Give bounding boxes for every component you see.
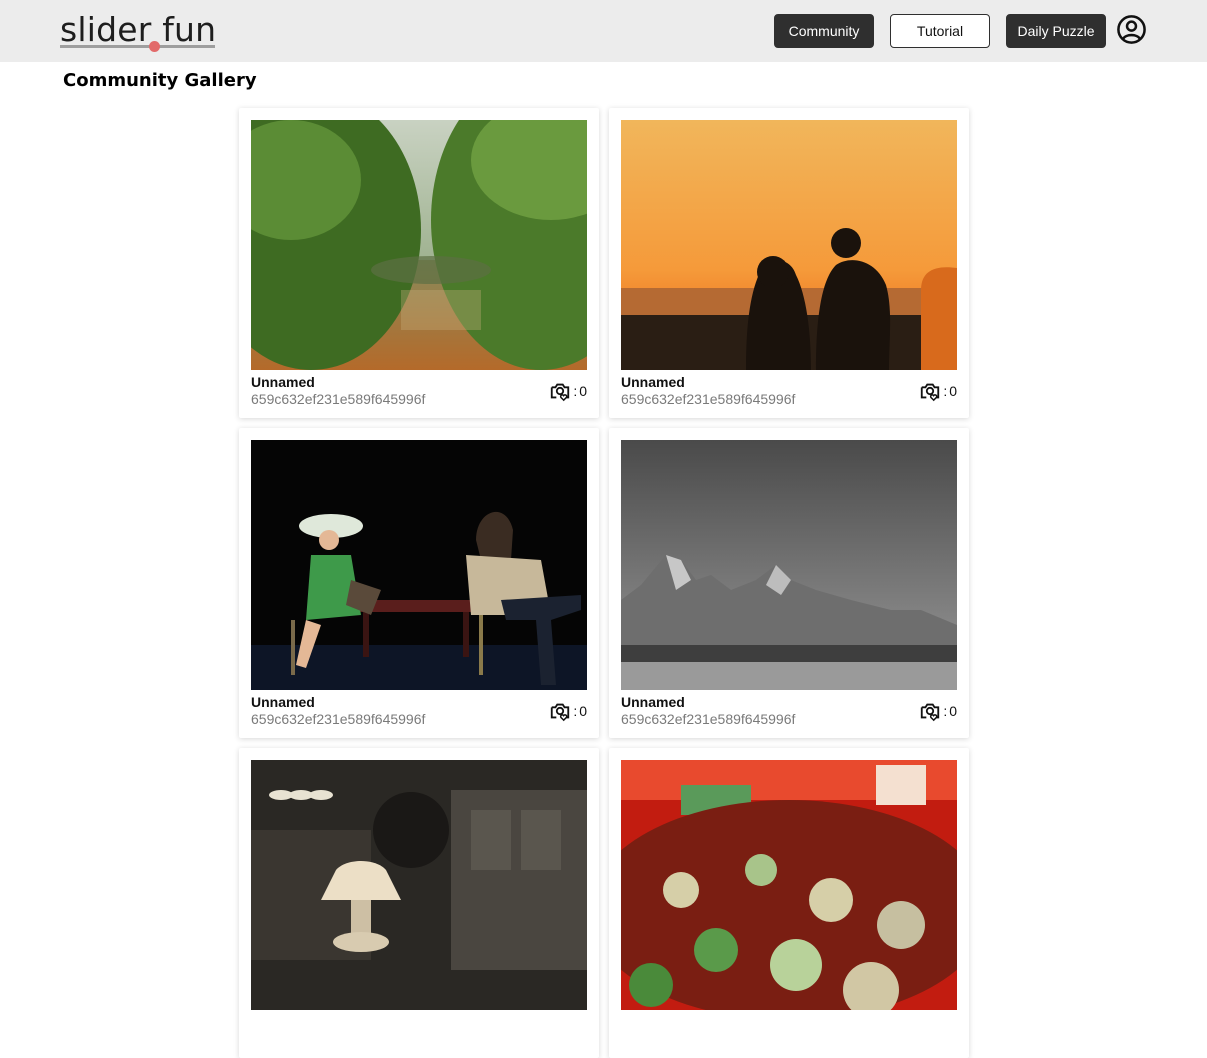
likes-counter[interactable]: : 0 [919,700,957,722]
crowd-party-red-image [621,760,957,1010]
likes-count: 0 [579,383,587,399]
gallery-thumbnail[interactable] [621,120,957,370]
stage-performers-image [251,440,587,690]
gallery-card[interactable]: Unnamed 659c632ef231e589f645996f : 0 [609,108,969,418]
likes-counter[interactable]: : 0 [919,380,957,402]
top-bar: slider fun Community Tutorial Daily Puzz… [0,0,1207,62]
card-id: 659c632ef231e589f645996f [621,711,796,727]
gallery-thumbnail[interactable] [621,440,957,690]
mountain-landscape-bw-image [621,440,957,690]
card-name: Unnamed [621,374,685,390]
gallery-thumbnail[interactable] [251,440,587,690]
vintage-room-lamp-image [251,760,587,1010]
gallery-card[interactable] [609,748,969,1058]
card-id: 659c632ef231e589f645996f [621,391,796,407]
camera-heart-icon [551,703,570,722]
card-name: Unnamed [251,374,315,390]
likes-count: 0 [949,383,957,399]
gallery-thumbnail[interactable] [251,120,587,370]
tutorial-button[interactable]: Tutorial [890,14,990,48]
card-name: Unnamed [251,694,315,710]
daily-puzzle-button[interactable]: Daily Puzzle [1006,14,1106,48]
page-title: Community Gallery [63,70,257,91]
likes-separator: : [943,383,948,399]
likes-counter[interactable]: : 0 [549,380,587,402]
camera-heart-icon [921,383,940,402]
logo-text: slider fun [60,10,217,49]
camera-heart-icon [921,703,940,722]
gallery-thumbnail[interactable] [621,760,957,1010]
logo[interactable]: slider fun [60,10,216,52]
card-id: 659c632ef231e589f645996f [251,711,426,727]
sunset-couple-silhouette-image [621,120,957,370]
likes-separator: : [943,703,948,719]
logo-dot [149,41,160,52]
gallery-card[interactable]: Unnamed 659c632ef231e589f645996f : 0 [239,108,599,418]
gallery-card[interactable] [239,748,599,1058]
likes-separator: : [573,383,578,399]
likes-separator: : [573,703,578,719]
likes-count: 0 [579,703,587,719]
gallery-card[interactable]: Unnamed 659c632ef231e589f645996f : 0 [609,428,969,738]
community-button[interactable]: Community [774,14,874,48]
user-circle-icon[interactable] [1116,14,1147,45]
likes-counter[interactable]: : 0 [549,700,587,722]
card-name: Unnamed [621,694,685,710]
mangrove-waterway-image [251,120,587,370]
logo-underline [60,45,215,48]
card-id: 659c632ef231e589f645996f [251,391,426,407]
gallery-thumbnail[interactable] [251,760,587,1010]
gallery-card[interactable]: Unnamed 659c632ef231e589f645996f : 0 [239,428,599,738]
camera-heart-icon [551,383,570,402]
likes-count: 0 [949,703,957,719]
